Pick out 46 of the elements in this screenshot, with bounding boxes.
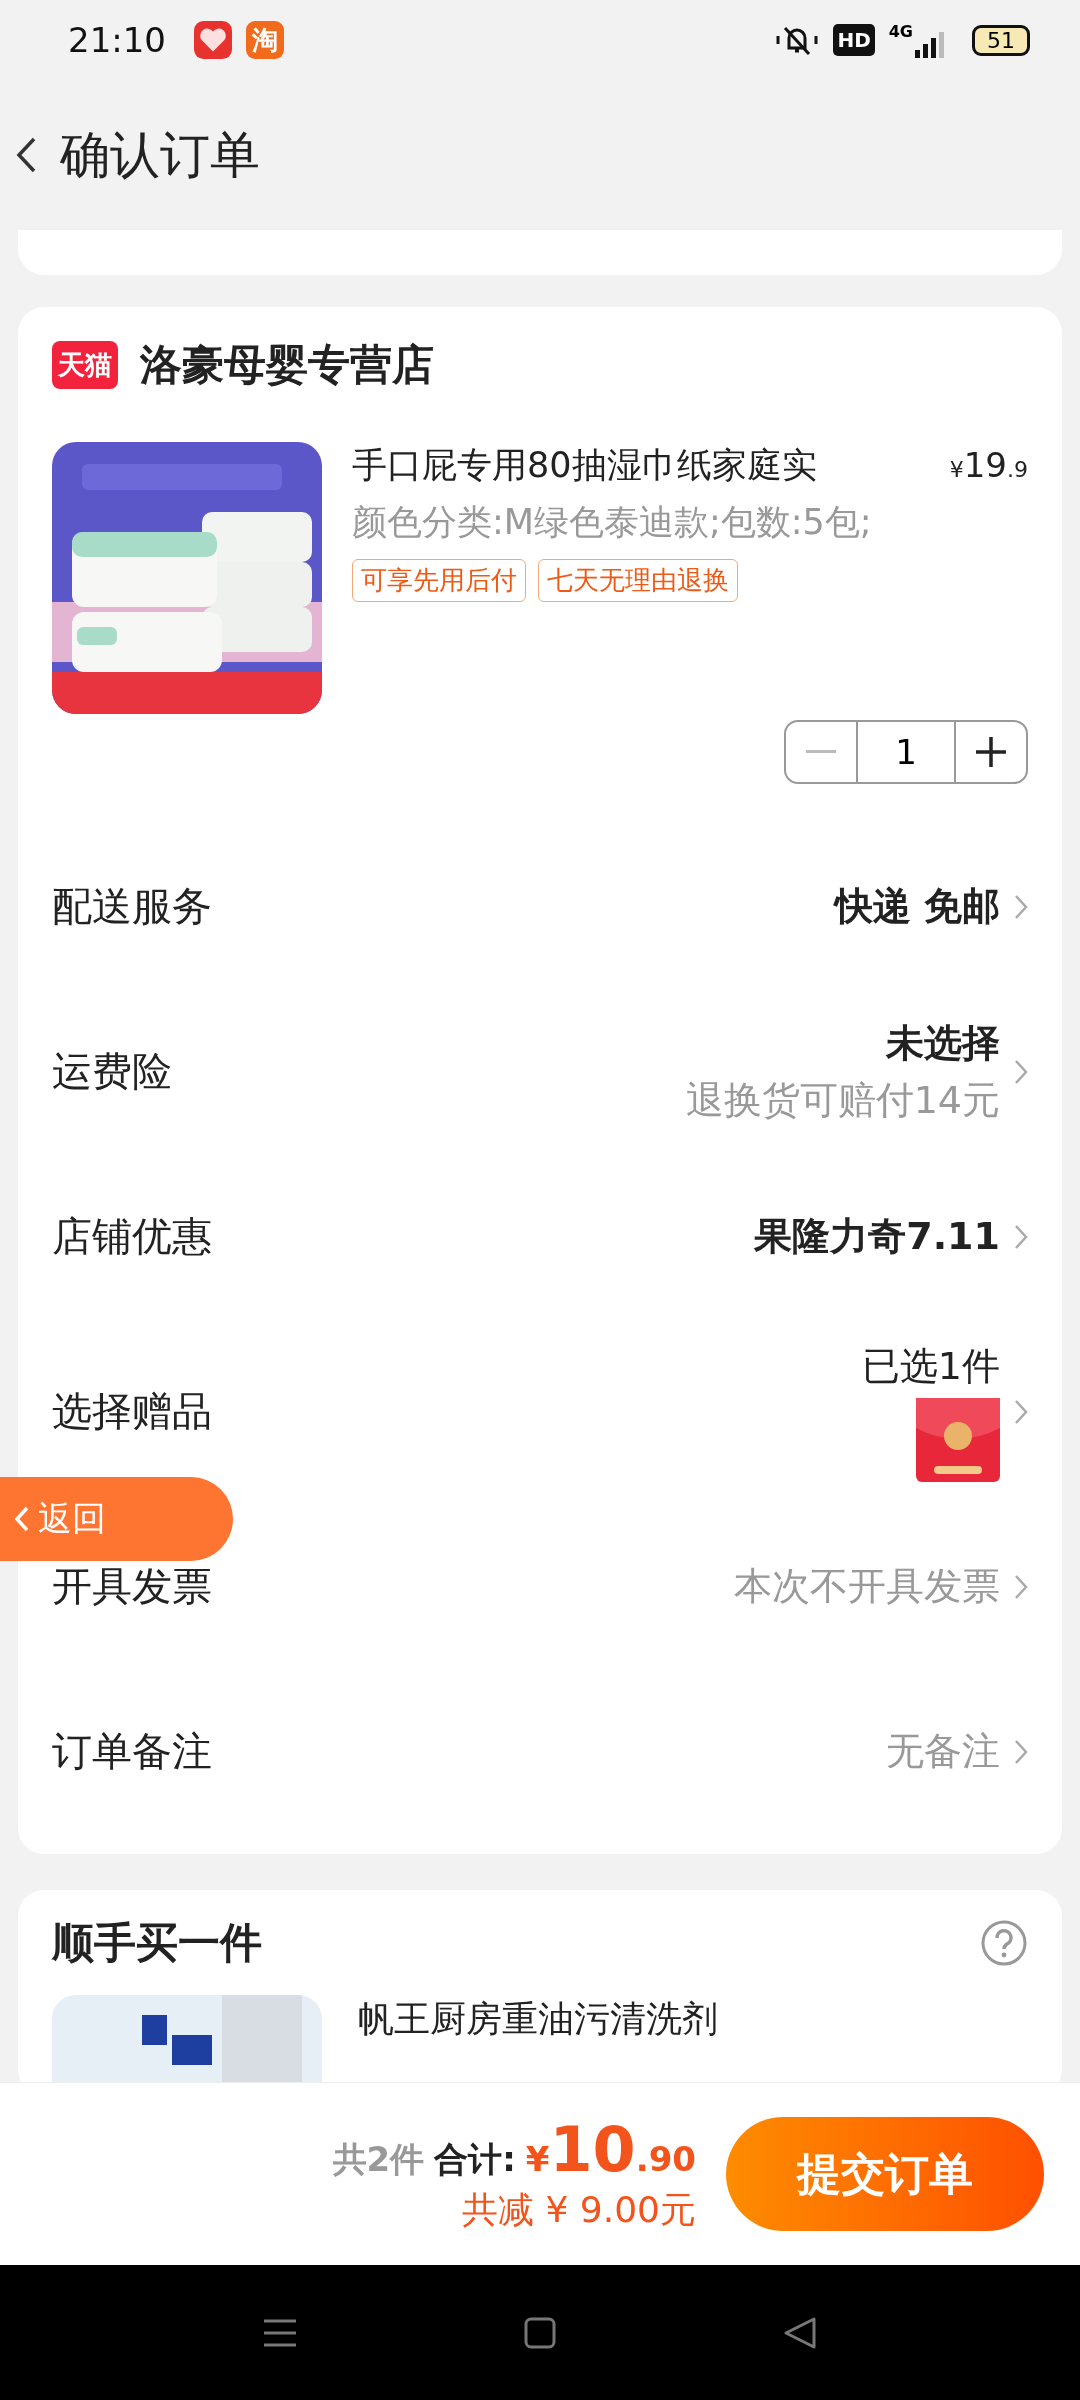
option-label: 运费险	[52, 1047, 172, 1096]
chevron-right-icon	[1014, 1398, 1028, 1425]
chevron-right-icon	[1014, 893, 1028, 920]
battery-icon: 51	[972, 24, 1030, 56]
chevron-right-icon	[1014, 1573, 1028, 1600]
product-title: 手口屁专用80抽湿巾纸家庭实	[352, 444, 817, 487]
product-title: 帆王厨房重油污清洗剂	[358, 1997, 718, 2041]
product-price: ¥19.9	[949, 445, 1028, 485]
clock-time: 21:10	[68, 20, 166, 60]
option-label: 开具发票	[52, 1562, 212, 1611]
option-label: 选择赠品	[52, 1387, 212, 1436]
discount-text: 共减 ¥ 9.00元	[462, 2188, 696, 2232]
option-value: 本次不开具发票	[734, 1563, 1000, 1610]
option-value: 无备注	[886, 1728, 1000, 1775]
option-note: 退换货可赔付14元	[685, 1076, 1000, 1124]
heart-app-icon	[194, 21, 232, 59]
section-title: 顺手买一件	[52, 1916, 262, 1969]
chevron-right-icon	[1014, 1058, 1028, 1085]
plus-icon	[976, 737, 1006, 767]
option-label: 订单备注	[52, 1727, 212, 1776]
chevron-right-icon	[1014, 1738, 1028, 1765]
total-price: ¥10.90	[525, 2113, 696, 2186]
option-value: 已选1件	[861, 1343, 1000, 1390]
option-value: 果隆力奇7.11	[754, 1213, 1000, 1260]
store-badge: 天猫	[52, 340, 118, 389]
hd-icon: HD	[833, 24, 875, 56]
page-title: 确认订单	[60, 124, 260, 186]
quantity-value[interactable]: 1	[856, 722, 956, 782]
option-label: 店铺优惠	[52, 1212, 212, 1261]
item-count: 共2件	[332, 2138, 425, 2181]
help-icon[interactable]	[980, 1918, 1028, 1967]
service-tag: 七天无理由退换	[538, 559, 738, 602]
back-icon[interactable]	[14, 135, 38, 175]
service-tag: 可享先用后付	[352, 559, 526, 602]
option-label: 配送服务	[52, 882, 212, 931]
store-name: 洛豪母婴专营店	[140, 338, 434, 391]
option-value: 快递 免邮	[834, 883, 1000, 930]
back-button[interactable]: 返回	[0, 1477, 233, 1561]
product-spec: 颜色分类:M绿色泰迪款;包数:5包;	[352, 501, 873, 544]
minus-icon	[806, 750, 836, 754]
app-icon: 淘	[246, 21, 284, 59]
option-value: 未选择	[886, 1019, 1000, 1067]
submit-order-button[interactable]: 提交订单	[726, 2117, 1044, 2231]
chevron-right-icon	[1014, 1223, 1028, 1250]
chevron-left-icon	[14, 1505, 30, 1533]
total-label: 合计:	[434, 2138, 516, 2181]
